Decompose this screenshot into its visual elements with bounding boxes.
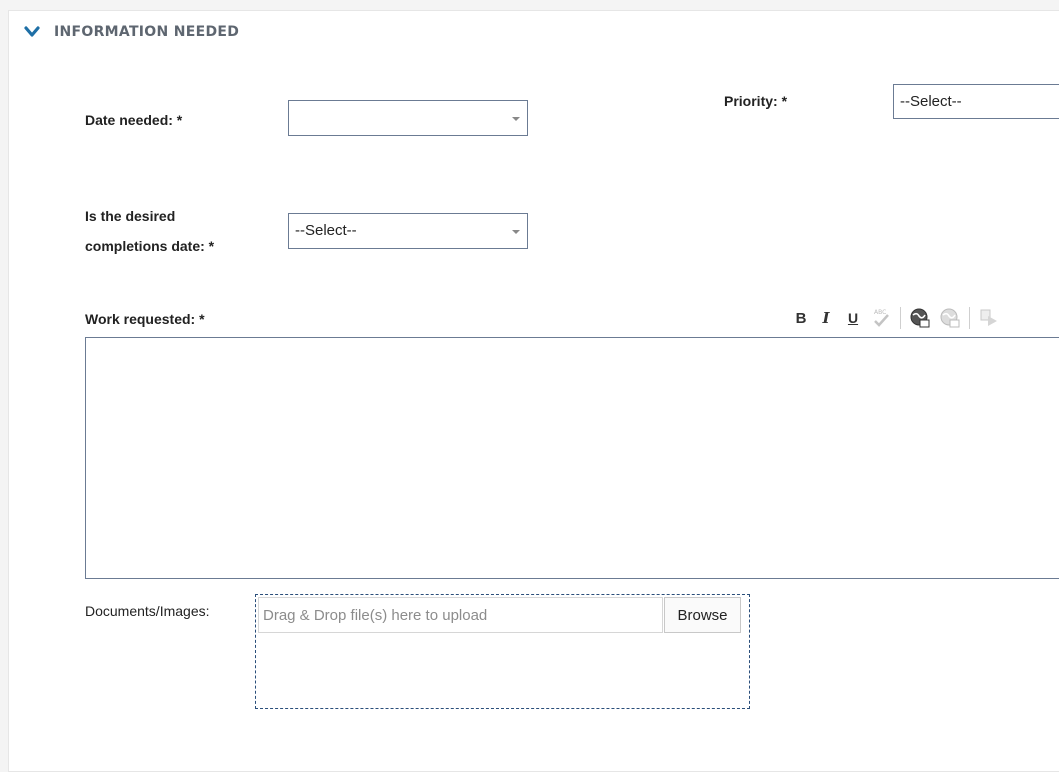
dropdown-arrow-icon[interactable]: [512, 230, 520, 234]
completion-select[interactable]: --Select--: [288, 213, 528, 249]
priority-select[interactable]: --Select--: [893, 84, 1059, 119]
upload-input[interactable]: [258, 597, 663, 633]
dropdown-arrow-icon[interactable]: [512, 117, 520, 121]
date-needed-label: Date needed: *: [85, 112, 183, 128]
completion-label-line1: Is the desired: [85, 208, 176, 224]
toolbar-divider: [900, 307, 901, 329]
work-requested-label: Work requested: *: [85, 311, 205, 327]
date-needed-picker[interactable]: [288, 100, 528, 136]
priority-value: --Select--: [900, 93, 962, 110]
priority-label: Priority: *: [724, 93, 788, 109]
bold-button[interactable]: B: [790, 306, 812, 330]
editor-toolbar: B I U ABC: [790, 305, 1004, 331]
toolbar-divider: [969, 307, 970, 329]
spellcheck-icon[interactable]: ABC: [866, 306, 896, 330]
upload-dropzone[interactable]: Browse: [255, 594, 750, 709]
svg-text:ABC: ABC: [874, 309, 886, 316]
section-header[interactable]: INFORMATION NEEDED: [24, 22, 239, 42]
italic-button[interactable]: I: [812, 306, 840, 330]
web-unlink-icon[interactable]: [935, 306, 965, 330]
web-link-icon[interactable]: [905, 306, 935, 330]
documents-label: Documents/Images:: [85, 603, 210, 619]
insert-icon[interactable]: [974, 306, 1004, 330]
chevron-down-icon[interactable]: [24, 25, 40, 39]
browse-button[interactable]: Browse: [664, 597, 741, 633]
work-requested-editor[interactable]: [85, 337, 1059, 579]
underline-button[interactable]: U: [840, 306, 866, 330]
completion-label-line2: completions date: *: [85, 238, 215, 254]
section-title: INFORMATION NEEDED: [54, 24, 240, 40]
completion-value: --Select--: [295, 222, 357, 239]
